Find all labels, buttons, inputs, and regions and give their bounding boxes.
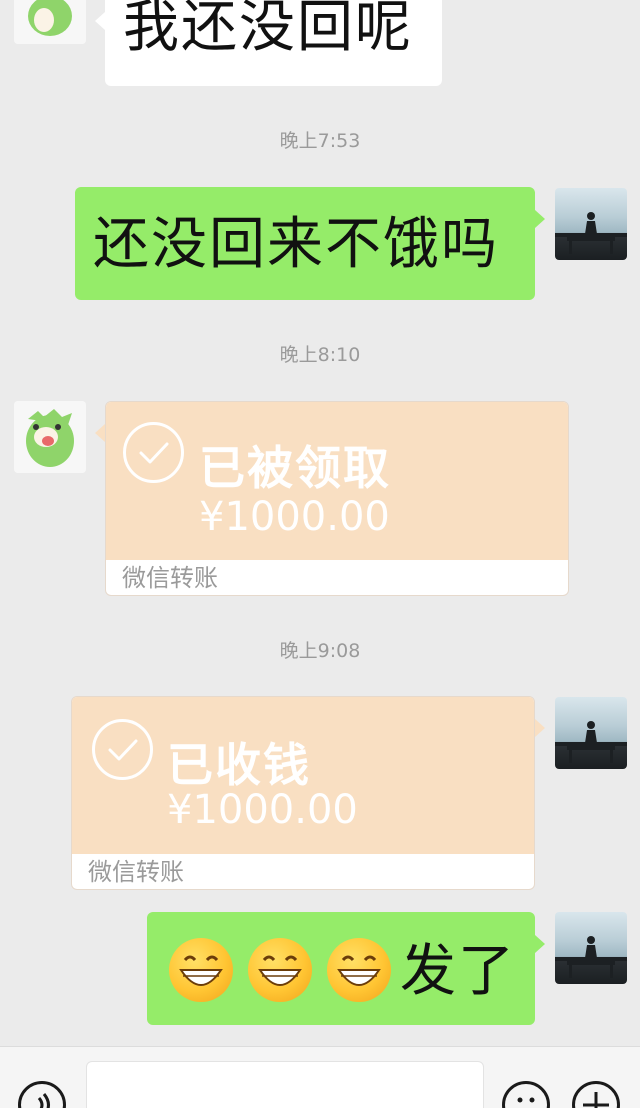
contact-avatar[interactable] xyxy=(14,401,86,473)
transfer-label: 微信转账 xyxy=(122,564,218,592)
incoming-text-bubble[interactable]: 我还没回呢 xyxy=(105,0,442,86)
transfer-amount: ¥1000.00 xyxy=(167,787,358,833)
transfer-status: 已被领取 xyxy=(199,441,391,495)
timestamp: 晚上9:08 xyxy=(279,640,361,662)
timestamp: 晚上7:53 xyxy=(279,130,361,152)
my-avatar[interactable] xyxy=(555,188,627,260)
lake-bench-avatar-icon xyxy=(555,936,627,978)
transfer-amount: ¥1000.00 xyxy=(199,494,390,540)
grinning-face-emoji xyxy=(327,938,391,1002)
lake-bench-avatar-icon xyxy=(555,721,627,763)
bubble-tail xyxy=(95,424,105,442)
bubble-tail xyxy=(95,12,105,30)
emoji-icon[interactable] xyxy=(502,1081,550,1108)
dinosaur-avatar-icon xyxy=(14,0,86,44)
voice-icon[interactable] xyxy=(18,1081,66,1108)
outgoing-text-bubble[interactable]: 还没回来不饿吗 xyxy=(75,187,535,300)
plus-icon[interactable] xyxy=(572,1081,620,1108)
check-circle-icon xyxy=(123,422,184,483)
my-avatar[interactable] xyxy=(555,697,627,769)
message-text: 还没回来不饿吗 xyxy=(93,212,499,277)
lake-bench-avatar-icon xyxy=(555,212,627,254)
message-text: 我还没回呢 xyxy=(123,0,413,60)
bubble-tail xyxy=(535,935,545,953)
timestamp: 晚上8:10 xyxy=(279,344,361,366)
transfer-card[interactable]: 已被领取 ¥1000.00 微信转账 xyxy=(105,401,569,596)
transfer-card[interactable]: 已收钱 ¥1000.00 微信转账 xyxy=(71,696,535,890)
my-avatar[interactable] xyxy=(555,912,627,984)
message-input[interactable] xyxy=(86,1061,484,1108)
input-bar xyxy=(0,1046,640,1108)
bubble-tail xyxy=(535,210,545,228)
outgoing-text-bubble[interactable]: 发了 xyxy=(147,912,535,1025)
message-text: 发了 xyxy=(400,939,516,1004)
dinosaur-avatar-icon xyxy=(14,401,86,473)
bubble-tail xyxy=(535,719,545,737)
check-circle-icon xyxy=(92,719,153,780)
transfer-label: 微信转账 xyxy=(88,858,184,886)
transfer-status: 已收钱 xyxy=(167,738,311,792)
grinning-face-emoji xyxy=(169,938,233,1002)
grinning-face-emoji xyxy=(248,938,312,1002)
contact-avatar[interactable] xyxy=(14,0,86,44)
